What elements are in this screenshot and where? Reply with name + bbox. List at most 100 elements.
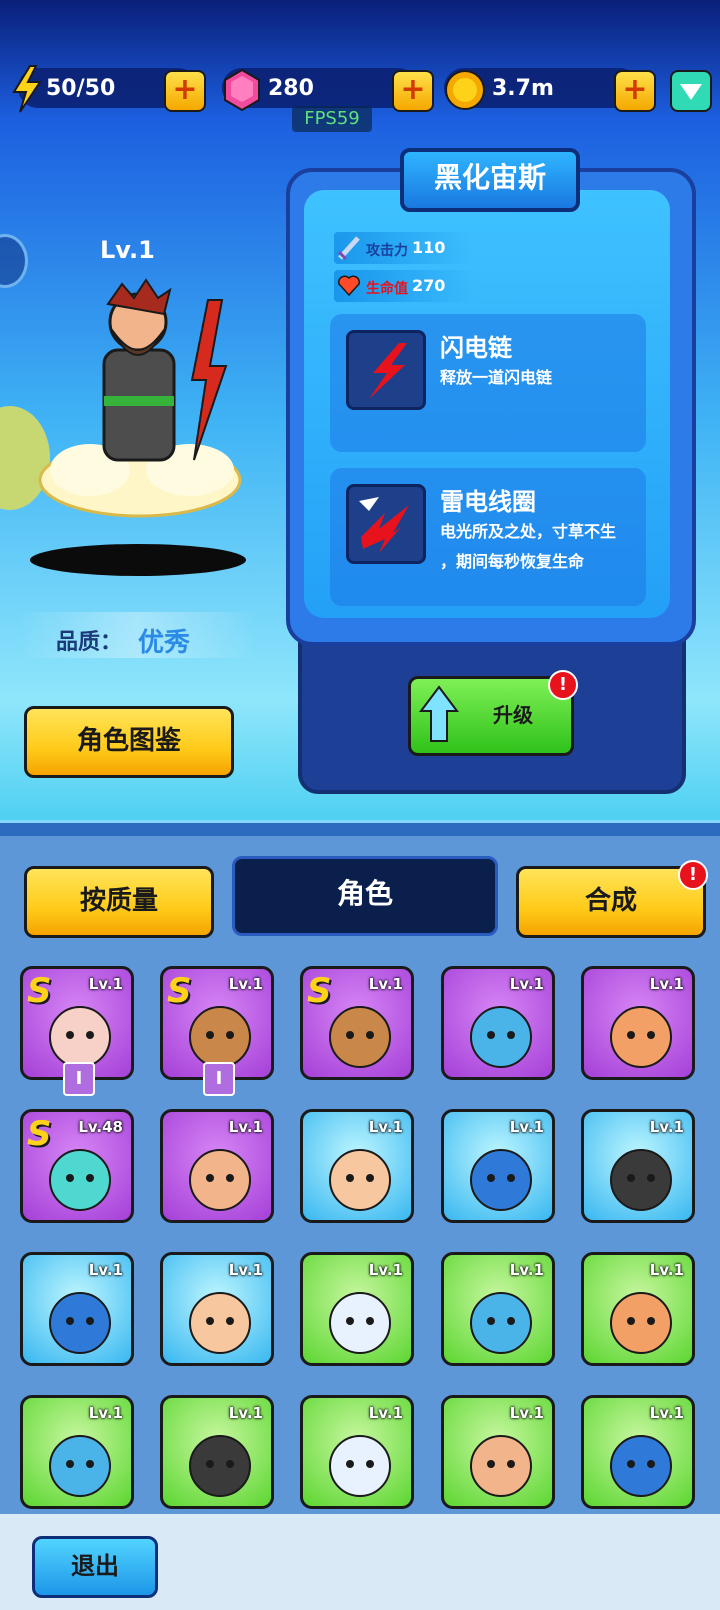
gem-icon xyxy=(224,68,260,112)
card-level: Lv.1 xyxy=(88,975,123,993)
character-card[interactable]: Lv.1 xyxy=(441,1395,555,1509)
card-level: Lv.1 xyxy=(228,975,263,993)
tab-characters[interactable]: 角色 xyxy=(232,856,498,936)
blue-hair-girl-portrait-icon xyxy=(610,1435,672,1497)
skill-2-desc-line-2: ，期间每秒恢复生命 xyxy=(440,552,585,571)
hero-name: 黑化宙斯 xyxy=(400,148,580,212)
zeus-hero-illustration xyxy=(30,278,246,576)
compose-alert-badge: ! xyxy=(678,860,708,890)
card-level: Lv.1 xyxy=(368,1404,403,1422)
blue-blob-portrait-icon xyxy=(470,1292,532,1354)
character-card[interactable]: Lv.1 xyxy=(20,1395,134,1509)
sort-by-quality-button[interactable]: 按质量 xyxy=(24,866,214,938)
card-level: Lv.1 xyxy=(509,975,544,993)
character-card[interactable]: S Lv.48 xyxy=(20,1109,134,1223)
sword-icon xyxy=(337,236,360,261)
character-card[interactable]: Lv.1 xyxy=(160,1252,274,1366)
character-card[interactable]: Lv.1 xyxy=(160,1395,274,1509)
gems-value: 280 xyxy=(268,76,314,101)
card-level: Lv.1 xyxy=(228,1118,263,1136)
card-level: Lv.1 xyxy=(228,1261,263,1279)
upgrade-alert-badge: ! xyxy=(548,670,578,700)
monkey-portrait-icon xyxy=(189,1006,251,1068)
card-level: Lv.1 xyxy=(368,1118,403,1136)
character-card[interactable]: Lv.1 xyxy=(581,1252,695,1366)
character-gallery-button[interactable]: 角色图鉴 xyxy=(24,706,234,778)
attack-label: 攻击力 xyxy=(366,243,408,259)
add-energy-button[interactable]: + xyxy=(164,70,206,112)
add-gems-button[interactable]: + xyxy=(392,70,434,112)
skill-card-1[interactable]: 闪电链 释放一道闪电链 xyxy=(330,314,646,452)
thunder-coil-icon xyxy=(359,497,409,553)
skill-2-desc-line-1: 电光所及之处，寸草不生 xyxy=(440,522,617,541)
chubby-man-portrait-icon xyxy=(329,1149,391,1211)
card-level: Lv.1 xyxy=(509,1261,544,1279)
quality-value: 优秀 xyxy=(138,628,191,658)
hero-level: Lv.1 xyxy=(100,236,155,264)
character-card[interactable]: Lv.1 xyxy=(20,1252,134,1366)
character-card[interactable]: Lv.1 xyxy=(581,966,695,1080)
card-level: Lv.1 xyxy=(88,1404,123,1422)
character-card[interactable]: Lv.1 xyxy=(441,966,555,1080)
card-level: Lv.1 xyxy=(649,1118,684,1136)
fps-counter: FPS59 xyxy=(292,106,372,132)
character-card[interactable]: Lv.1 xyxy=(300,1395,414,1509)
orange-beard-portrait-icon xyxy=(610,1292,672,1354)
diamond-icon xyxy=(680,84,702,100)
card-level: Lv.1 xyxy=(649,1404,684,1422)
energy-value: 50/50 xyxy=(46,76,116,101)
character-card[interactable]: Lv.1 xyxy=(581,1109,695,1223)
blue-hair-girl-portrait-icon xyxy=(470,1149,532,1211)
arrow-up-icon xyxy=(419,685,459,742)
lightning-icon xyxy=(12,65,42,113)
quality-label: 品质： xyxy=(56,630,123,655)
hp-value: 270 xyxy=(412,276,446,295)
hp-label: 生命值 xyxy=(366,281,408,297)
card-level: Lv.1 xyxy=(368,1261,403,1279)
blue-hair-girl-portrait-icon xyxy=(49,1292,111,1354)
monocle-man-portrait-icon xyxy=(470,1435,532,1497)
skill-1-desc: 释放一道闪电链 xyxy=(440,368,553,387)
coins-value: 3.7m xyxy=(492,76,554,101)
monocle-man-portrait-icon xyxy=(189,1149,251,1211)
lightning-chain-icon xyxy=(369,343,407,399)
white-hair-girl-portrait-icon xyxy=(329,1292,391,1354)
s-rank-mark: S xyxy=(27,971,52,1011)
card-level: Lv.1 xyxy=(649,975,684,993)
character-card[interactable]: Lv.1 xyxy=(300,1252,414,1366)
shop-button[interactable] xyxy=(670,70,712,112)
s-rank-mark: S xyxy=(167,971,192,1011)
character-card[interactable]: Lv.1 xyxy=(581,1395,695,1509)
blue-blob-portrait-icon xyxy=(470,1006,532,1068)
card-level: Lv.48 xyxy=(78,1118,123,1136)
character-card[interactable]: Lv.1 xyxy=(300,1109,414,1223)
white-hair-girl-portrait-icon xyxy=(329,1435,391,1497)
side-round-button[interactable] xyxy=(0,234,28,288)
character-card[interactable]: Lv.1 xyxy=(441,1109,555,1223)
teal-girl-portrait-icon xyxy=(49,1149,111,1211)
character-card[interactable]: Lv.1 xyxy=(441,1252,555,1366)
card-level: Lv.1 xyxy=(509,1118,544,1136)
attack-value: 110 xyxy=(412,238,446,257)
card-level: Lv.1 xyxy=(368,975,403,993)
horned-girl-portrait-icon xyxy=(49,1006,111,1068)
skill-1-name: 闪电链 xyxy=(440,334,512,362)
exit-button[interactable]: 退出 xyxy=(32,1536,158,1598)
rank-badge: I xyxy=(203,1062,235,1096)
skill-card-2[interactable]: 雷电线圈 电光所及之处，寸草不生 ，期间每秒恢复生命 xyxy=(330,468,646,606)
coin-icon xyxy=(445,70,485,110)
card-level: Lv.1 xyxy=(228,1404,263,1422)
character-card[interactable]: S Lv.1 xyxy=(300,966,414,1080)
skill-2-icon-frame xyxy=(346,484,426,564)
monkey-portrait-icon xyxy=(329,1006,391,1068)
s-rank-mark: S xyxy=(27,1114,52,1154)
black-beard-portrait-icon xyxy=(610,1149,672,1211)
rank-badge: I xyxy=(63,1062,95,1096)
black-beard-portrait-icon xyxy=(189,1435,251,1497)
character-card[interactable]: Lv.1 xyxy=(160,1109,274,1223)
heart-icon xyxy=(337,275,361,297)
add-coins-button[interactable]: + xyxy=(614,70,656,112)
card-level: Lv.1 xyxy=(88,1261,123,1279)
skill-1-icon-frame xyxy=(346,330,426,410)
orange-beard-portrait-icon xyxy=(610,1006,672,1068)
